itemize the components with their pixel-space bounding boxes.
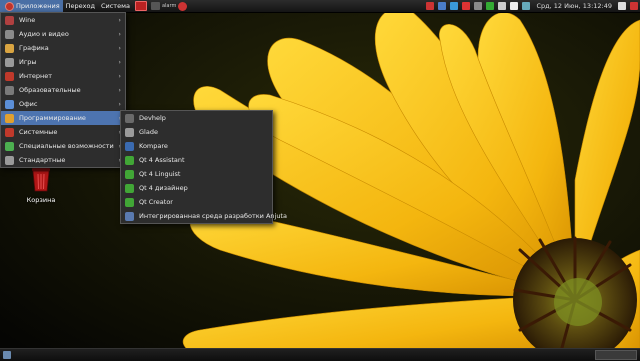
category-menu-item-label: Wine: [19, 16, 36, 24]
category-menu-item[interactable]: Стандартные›: [1, 153, 125, 167]
chevron-right-icon: ›: [118, 72, 121, 80]
category-menu-item-label: Специальные возможности: [19, 142, 114, 150]
system-menu[interactable]: Система: [98, 0, 133, 12]
qt-creator-icon: [125, 197, 134, 207]
category-menu-item-label: Графика: [19, 44, 49, 52]
chevron-right-icon: ›: [118, 86, 121, 94]
system-menu-label: Система: [100, 2, 130, 10]
volume-icon[interactable]: [510, 2, 519, 10]
chevron-right-icon: ›: [118, 16, 121, 24]
messenger-icon[interactable]: [438, 2, 447, 10]
programming-app-item[interactable]: Kompare: [121, 139, 272, 153]
category-menu-item[interactable]: Системные›: [1, 125, 125, 139]
bluetooth-icon[interactable]: [450, 2, 459, 10]
programming-icon: [5, 113, 14, 123]
workspace-switcher[interactable]: [595, 350, 637, 360]
qt-linguist-icon: [125, 169, 134, 179]
programming-app-item-label: Glade: [139, 128, 158, 136]
programming-app-item[interactable]: Qt 4 Assistant: [121, 153, 272, 167]
programming-app-item-label: Kompare: [139, 142, 168, 150]
alarm-launcher[interactable]: alarm: [162, 3, 176, 9]
programming-app-item[interactable]: Интегрированная среда разработки Anjuta: [121, 209, 287, 223]
chevron-right-icon: ›: [118, 100, 121, 108]
category-menu-item[interactable]: Графика ›: [1, 41, 125, 55]
category-menu-item-label: Системные: [19, 128, 58, 136]
category-menu-item-label: Аудио и видео: [19, 30, 69, 38]
show-desktop-icon[interactable]: [3, 351, 11, 359]
category-menu-item-label: Программирование: [19, 114, 86, 122]
programming-app-item[interactable]: Qt Creator: [121, 195, 272, 209]
category-menu-item[interactable]: Офис ›: [1, 97, 125, 111]
programming-app-item-label: Qt 4 Assistant: [139, 156, 185, 164]
chevron-right-icon: ›: [118, 30, 121, 38]
internet-icon: [5, 71, 14, 81]
games-icon: [5, 57, 14, 67]
graphics-icon: [5, 43, 14, 53]
chevron-right-icon: ›: [118, 58, 121, 66]
record-icon[interactable]: [426, 2, 435, 10]
update-icon[interactable]: [462, 2, 471, 10]
glade-icon: [125, 127, 134, 137]
system-tray: Срд, 12 Июн, 13:12:49: [424, 0, 640, 12]
programming-app-item[interactable]: Qt 4 дизайнер: [121, 181, 272, 195]
category-menu-item[interactable]: Wine ›: [1, 13, 125, 27]
programming-app-item-label: Qt 4 Linguist: [139, 170, 181, 178]
devhelp-icon: [125, 113, 134, 123]
microphone-icon[interactable]: [498, 2, 507, 10]
shutdown-icon[interactable]: [630, 2, 638, 10]
qt-designer-icon: [125, 183, 134, 193]
applications-menu-label: Приложения: [16, 2, 60, 10]
applications-menu[interactable]: Приложения: [0, 0, 63, 12]
network-icon[interactable]: [486, 2, 495, 10]
places-menu[interactable]: Переход: [63, 0, 98, 12]
category-menu-item[interactable]: Игры ›: [1, 55, 125, 69]
audio-video-icon: [5, 29, 14, 39]
accessibility-icon: [5, 141, 14, 151]
system-icon: [5, 127, 14, 137]
programming-app-item-label: Интегрированная среда разработки Anjuta: [139, 212, 287, 220]
display-icon[interactable]: [474, 2, 483, 10]
programming-app-item-label: Qt 4 дизайнер: [139, 184, 188, 192]
category-menu-item-label: Образовательные: [19, 86, 81, 94]
anjuta-icon: [125, 211, 134, 221]
education-icon: [5, 85, 14, 95]
programming-app-item-label: Devhelp: [139, 114, 166, 122]
accessories-icon: [5, 155, 14, 165]
trash-icon: [32, 168, 50, 192]
distro-logo-icon: [5, 1, 14, 11]
places-menu-label: Переход: [65, 2, 95, 10]
programming-app-item[interactable]: Qt 4 Linguist: [121, 167, 272, 181]
applications-dropdown: Wine › Аудио и видео › Графика › Игры › Интернет…: [0, 12, 126, 168]
kompare-icon: [125, 141, 134, 151]
programming-submenu: Devhelp Glade Kompare Qt 4 Assistant Qt 4 Li…: [120, 110, 287, 224]
bottom-panel: [0, 348, 640, 361]
category-menu-item-label: Стандартные: [19, 156, 66, 164]
programming-app-item[interactable]: Devhelp: [121, 111, 272, 125]
chevron-right-icon: ›: [118, 44, 121, 52]
battery-icon[interactable]: [522, 2, 531, 10]
category-menu-item[interactable]: Аудио и видео ›: [1, 27, 125, 41]
category-menu-item-label: Интернет: [19, 72, 53, 80]
text-editor-launcher-icon[interactable]: [150, 2, 160, 10]
wine-icon: [5, 15, 14, 25]
category-menu-item[interactable]: Образовательные ›: [1, 83, 125, 97]
category-menu-item-label: Офис: [19, 100, 38, 108]
programming-app-item-label: Qt Creator: [139, 198, 173, 206]
category-menu-item[interactable]: Программирование›: [1, 111, 125, 125]
browser-launcher-icon[interactable]: [178, 1, 188, 11]
terminal-launcher-icon[interactable]: [134, 1, 147, 11]
category-menu-item[interactable]: Специальные возможности›: [1, 139, 125, 153]
category-menu-item-label: Игры: [19, 58, 37, 66]
trash-desktop-icon[interactable]: Корзина: [14, 166, 68, 204]
office-icon: [5, 99, 14, 109]
clock[interactable]: Срд, 12 Июн, 13:12:49: [536, 2, 612, 10]
programming-app-item[interactable]: Glade: [121, 125, 272, 139]
qt-assistant-icon: [125, 155, 134, 165]
user-icon[interactable]: [618, 2, 626, 10]
trash-label: Корзина: [26, 196, 56, 204]
category-menu-item[interactable]: Интернет ›: [1, 69, 125, 83]
